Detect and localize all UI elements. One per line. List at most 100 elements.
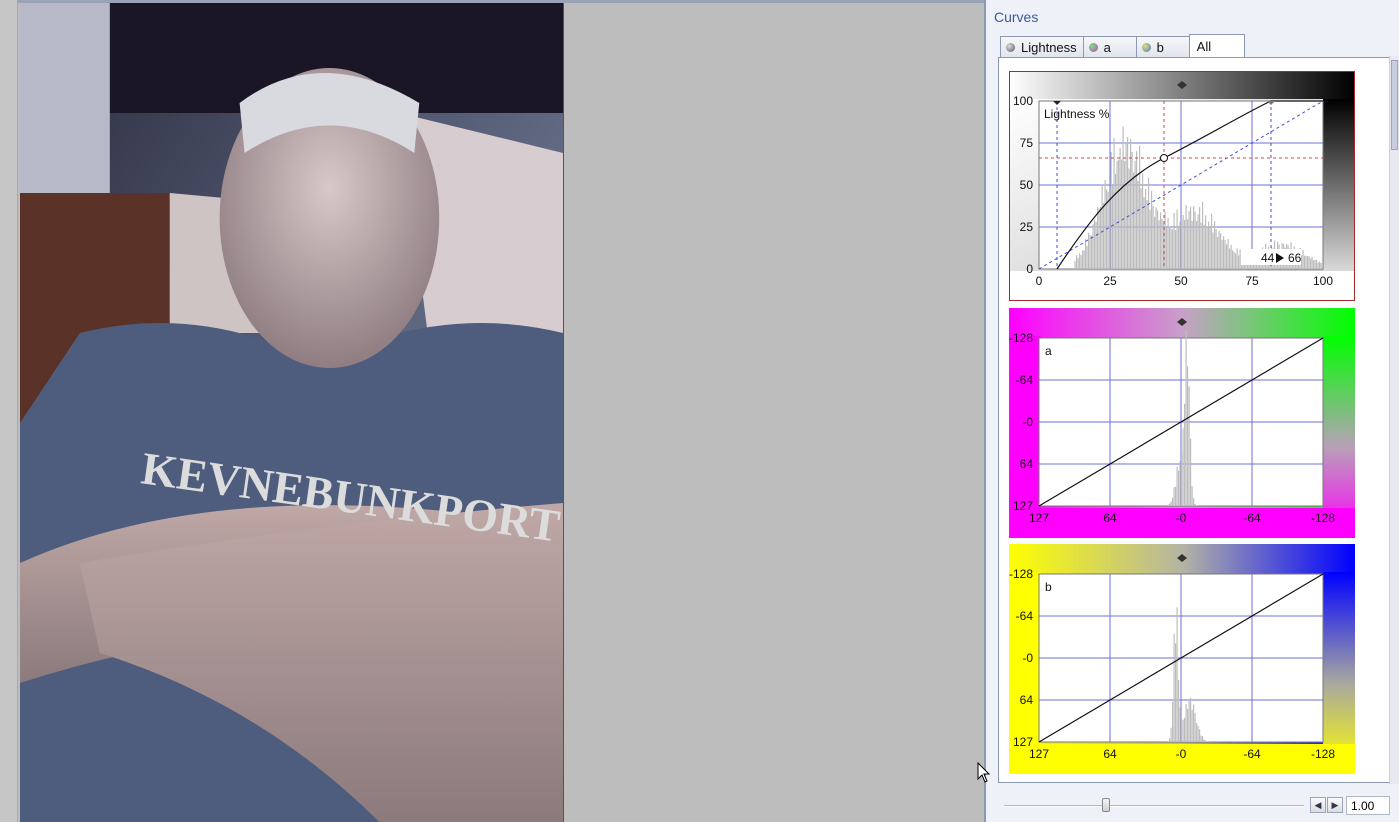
- histogram-bar: [1128, 168, 1130, 269]
- b-y-tick-label: -0: [1022, 651, 1033, 665]
- lightness-curve-editor[interactable]: 100 75 50 25 0 0 25 50 75 100 Lightness % 44 66: [1009, 71, 1355, 301]
- histogram-bar: [1173, 633, 1175, 742]
- histogram-bar: [1206, 741, 1208, 742]
- a-curve-svg: -128-64-064127 127 64 -0 -64 -128 a: [1009, 308, 1355, 538]
- histogram-bar: [1169, 738, 1171, 742]
- histogram-bar: [1308, 256, 1310, 269]
- image-canvas[interactable]: KEVNEBUNKPORT: [0, 0, 984, 822]
- photo-illustration: KEVNEBUNKPORT: [20, 3, 563, 822]
- histogram-bar: [1227, 239, 1229, 269]
- histogram-bar: [1076, 255, 1078, 269]
- a-x-tick-label: 127: [1029, 511, 1049, 525]
- curve-control-point[interactable]: [1160, 154, 1168, 162]
- histogram-bar: [1220, 233, 1222, 269]
- zoom-increase-button[interactable]: ▶: [1327, 797, 1343, 813]
- histogram-bar: [1187, 219, 1189, 269]
- panel-scrollbar-thumb[interactable]: [1391, 60, 1398, 150]
- lightness-dot-icon: [1006, 43, 1015, 52]
- lightness-y-tick-label: 50: [1020, 178, 1034, 192]
- histogram-bar: [1088, 232, 1090, 269]
- histogram-bar: [1170, 501, 1172, 506]
- histogram-bar: [1122, 126, 1124, 270]
- lightness-x-tick-label: 0: [1036, 274, 1043, 288]
- a-x-tick-label: -0: [1176, 511, 1187, 525]
- histogram-bar: [1097, 206, 1099, 269]
- histogram-bar: [1115, 174, 1117, 269]
- tab-all[interactable]: All: [1188, 34, 1245, 58]
- histogram-bar: [1101, 184, 1103, 269]
- histogram-bar: [1236, 248, 1238, 269]
- b-plot-label: b: [1045, 580, 1052, 594]
- b-channel-dot-icon: [1141, 43, 1151, 52]
- histogram-bar: [1089, 235, 1091, 269]
- histogram-bar: [1200, 735, 1202, 742]
- histogram-bar: [1214, 221, 1216, 269]
- histogram-bar: [1202, 736, 1204, 742]
- tab-a[interactable]: a: [1082, 36, 1137, 58]
- histogram-bar: [1190, 438, 1192, 506]
- histogram-bar: [1194, 211, 1196, 269]
- histogram-bar: [1094, 219, 1096, 269]
- a-y-tick-label: 64: [1020, 457, 1034, 471]
- histogram-bar: [1092, 224, 1094, 269]
- histogram-bar: [1196, 505, 1198, 506]
- histogram-bar: [1193, 498, 1195, 506]
- photo-image[interactable]: KEVNEBUNKPORT: [20, 3, 564, 822]
- histogram-bar: [1167, 504, 1169, 506]
- zoom-slider-track[interactable]: [1004, 805, 1304, 807]
- tab-b-label: b: [1156, 40, 1164, 55]
- histogram-bar: [1169, 226, 1171, 269]
- histogram-bar: [1304, 255, 1306, 269]
- histogram-bar: [1085, 238, 1087, 269]
- histogram-bar: [1074, 260, 1076, 269]
- a-x-tick-label: -128: [1311, 511, 1335, 525]
- histogram-bar: [1151, 190, 1153, 269]
- histogram-bar: [1169, 503, 1171, 506]
- histogram-bar: [1173, 487, 1175, 506]
- histogram-bar: [1218, 230, 1220, 269]
- histogram-bar: [1188, 386, 1190, 506]
- histogram-bar: [1143, 197, 1145, 269]
- histogram-bar: [1239, 249, 1241, 269]
- histogram-bar: [1125, 142, 1127, 269]
- histogram-bar: [1100, 206, 1102, 269]
- histogram-bar: [1182, 719, 1184, 742]
- histogram-bar: [1187, 708, 1189, 742]
- histogram-bar: [1185, 704, 1187, 742]
- histogram-bar: [1205, 740, 1207, 742]
- b-curve-editor[interactable]: -128 -64 -0 64 127 127 64 -0 -64 -128 b: [1009, 544, 1355, 774]
- histogram-bar: [1221, 239, 1223, 269]
- lightness-y-tick-label: 100: [1013, 94, 1033, 108]
- tab-lightness[interactable]: Lightness: [1000, 36, 1084, 58]
- histogram-bar: [1233, 251, 1235, 269]
- histogram-bar: [1305, 256, 1307, 269]
- histogram-bar: [1130, 139, 1132, 269]
- histogram-bar: [1110, 152, 1112, 269]
- a-curve-editor[interactable]: -128 -64 -0 64 127 127 64 -0 -64 -128 a: [1009, 308, 1355, 538]
- zoom-decrease-button[interactable]: ◀: [1310, 797, 1326, 813]
- zoom-value-field[interactable]: 1.00: [1346, 796, 1390, 815]
- b-x-tick-label: 127: [1029, 747, 1049, 761]
- histogram-bar: [1145, 189, 1147, 269]
- histogram-bar: [1079, 253, 1081, 269]
- panel-scrollbar[interactable]: [1389, 56, 1399, 784]
- histogram-bar: [1185, 205, 1187, 269]
- histogram-bar: [1199, 206, 1201, 269]
- a-channel-dot-icon: [1088, 43, 1098, 52]
- lightness-x-tick-label: 50: [1174, 274, 1188, 288]
- mouse-pointer-icon: [977, 762, 991, 783]
- a-y-tick-label: -64: [1016, 373, 1034, 387]
- histogram-bar: [1310, 258, 1312, 269]
- tab-b[interactable]: b: [1135, 36, 1190, 58]
- histogram-bar: [1116, 160, 1118, 269]
- tab-a-label: a: [1103, 40, 1111, 55]
- histogram-bar: [1172, 701, 1174, 742]
- histogram-bar: [1124, 161, 1126, 269]
- b-x-tick-label: -64: [1243, 747, 1261, 761]
- histogram-bar: [1098, 208, 1100, 269]
- histogram-bar: [1175, 643, 1177, 742]
- histogram-bar: [1232, 250, 1234, 269]
- zoom-slider-thumb[interactable]: [1102, 798, 1110, 812]
- histogram-bar: [1238, 255, 1240, 269]
- histogram-bar: [1211, 213, 1213, 269]
